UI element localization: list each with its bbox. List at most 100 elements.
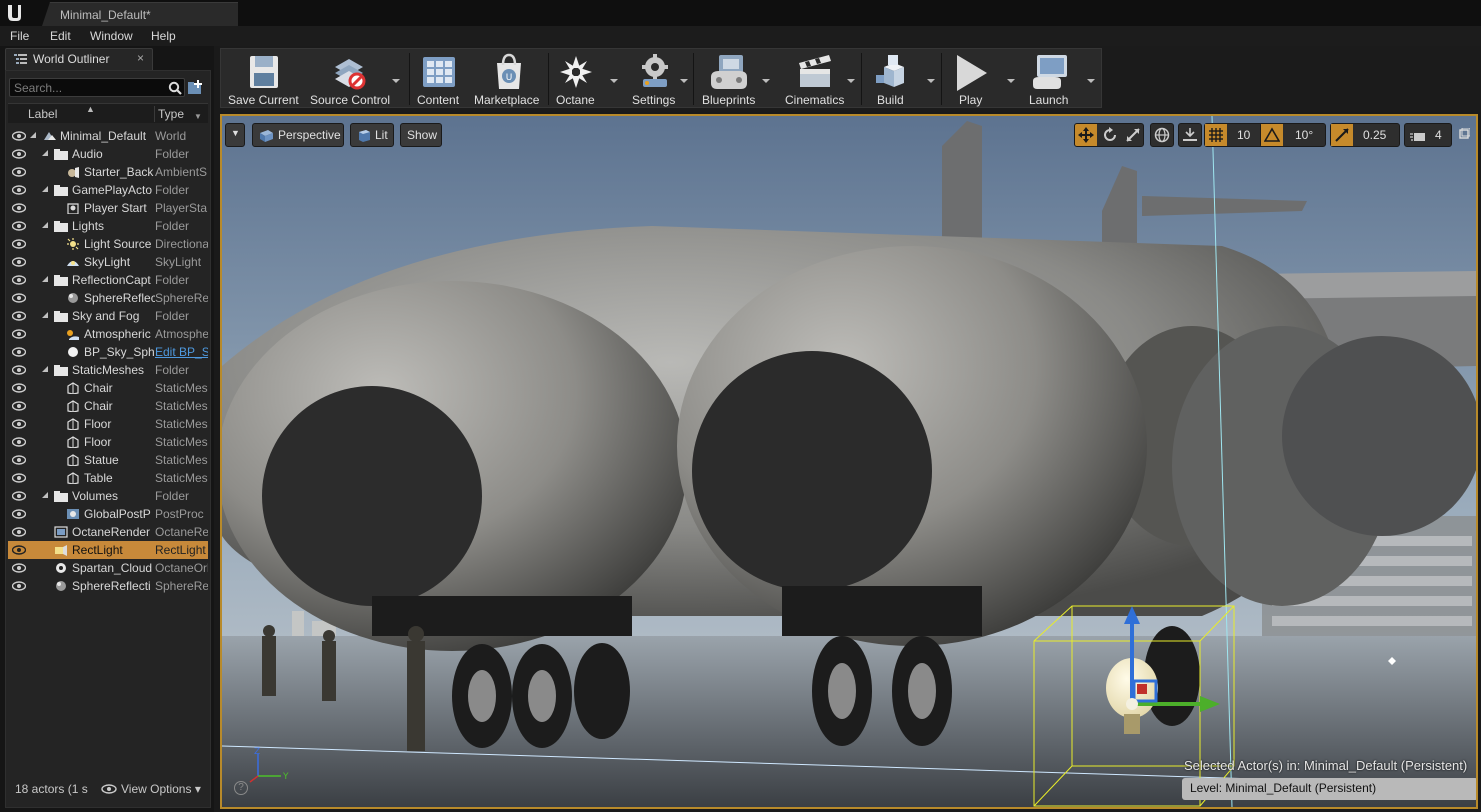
show-button[interactable]: Show [400, 123, 442, 147]
perspective-button[interactable]: Perspective [252, 123, 344, 147]
menu-help[interactable]: Help [151, 29, 176, 43]
translate-mode-button[interactable] [1075, 124, 1097, 146]
outliner-row[interactable]: ReflectionCapt Folder [8, 271, 208, 289]
scale-snap-toggle[interactable] [1331, 124, 1353, 146]
settings-button[interactable]: Settings [625, 49, 687, 109]
visibility-eye-icon[interactable] [12, 527, 26, 537]
add-folder-icon[interactable] [186, 79, 204, 96]
expand-arrow-icon[interactable] [42, 276, 48, 282]
outliner-row[interactable]: StaticMeshes Folder [8, 361, 208, 379]
save-current-button[interactable]: Save Current [226, 49, 302, 109]
outliner-row[interactable]: SkyLight SkyLight [8, 253, 208, 271]
outliner-row[interactable]: Chair StaticMes [8, 397, 208, 415]
menu-file[interactable]: File [10, 29, 29, 43]
visibility-eye-icon[interactable] [12, 383, 26, 393]
blueprints-dropdown[interactable] [762, 79, 770, 83]
visibility-eye-icon[interactable] [12, 131, 26, 141]
visibility-eye-icon[interactable] [12, 455, 26, 465]
outliner-row[interactable]: Table StaticMes [8, 469, 208, 487]
outliner-row[interactable]: Audio Folder [8, 145, 208, 163]
expand-arrow-icon[interactable] [42, 222, 48, 228]
document-tab[interactable]: Minimal_Default* [42, 2, 238, 26]
outliner-row[interactable]: Statue StaticMes [8, 451, 208, 469]
menu-window[interactable]: Window [90, 29, 133, 43]
visibility-eye-icon[interactable] [12, 293, 26, 303]
visibility-eye-icon[interactable] [12, 419, 26, 429]
source-control-button[interactable]: Source Control [307, 49, 403, 109]
launch-button[interactable]: Launch [1021, 49, 1083, 109]
visibility-eye-icon[interactable] [12, 509, 26, 519]
visibility-eye-icon[interactable] [12, 545, 26, 555]
visibility-eye-icon[interactable] [12, 257, 26, 267]
help-icon[interactable]: ? [234, 781, 248, 795]
cinematics-button[interactable]: Cinematics [779, 49, 847, 109]
outliner-row[interactable]: Lights Folder [8, 217, 208, 235]
scale-icon[interactable] [1125, 127, 1141, 143]
visibility-eye-icon[interactable] [12, 491, 26, 501]
visibility-eye-icon[interactable] [12, 167, 26, 177]
outliner-row[interactable]: Volumes Folder [8, 487, 208, 505]
play-dropdown[interactable] [1007, 79, 1015, 83]
expand-arrow-icon[interactable] [30, 132, 36, 138]
marketplace-button[interactable]: U Marketplace [471, 49, 545, 109]
search-input[interactable]: Search... [9, 78, 185, 97]
outliner-row[interactable]: Atmospheric Atmosphe [8, 325, 208, 343]
menu-edit[interactable]: Edit [50, 29, 71, 43]
outliner-row[interactable]: Player Start PlayerSta [8, 199, 208, 217]
surface-snapping-button[interactable] [1178, 123, 1202, 147]
visibility-eye-icon[interactable] [12, 581, 26, 591]
viewport-scene[interactable] [222, 116, 1476, 807]
source-control-dropdown[interactable] [392, 79, 400, 83]
grid-snap-toggle[interactable] [1205, 124, 1227, 146]
outliner-row[interactable]: RectLight RectLight [8, 541, 208, 559]
outliner-row-type[interactable]: Edit BP_S [155, 345, 208, 359]
outliner-row[interactable]: Floor StaticMes [8, 433, 208, 451]
rotation-snap-value[interactable]: 10° [1295, 128, 1313, 142]
visibility-eye-icon[interactable] [12, 239, 26, 249]
outliner-row[interactable]: BP_Sky_Sph Edit BP_S [8, 343, 208, 361]
visibility-eye-icon[interactable] [12, 365, 26, 375]
maximize-viewport-icon[interactable] [1458, 128, 1470, 140]
rotation-snap-toggle[interactable] [1261, 124, 1283, 146]
grid-snap-value[interactable]: 10 [1237, 128, 1250, 142]
visibility-eye-icon[interactable] [12, 401, 26, 411]
visibility-eye-icon[interactable] [12, 437, 26, 447]
outliner-row[interactable]: SphereReflec SphereRe [8, 289, 208, 307]
visibility-eye-icon[interactable] [12, 185, 26, 195]
content-button[interactable]: Content [413, 49, 467, 109]
blueprints-button[interactable]: Blueprints [699, 49, 763, 109]
build-dropdown[interactable] [927, 79, 935, 83]
visibility-eye-icon[interactable] [12, 563, 26, 573]
scale-snap-value[interactable]: 0.25 [1363, 128, 1386, 142]
expand-arrow-icon[interactable] [42, 312, 48, 318]
expand-arrow-icon[interactable] [42, 186, 48, 192]
visibility-eye-icon[interactable] [12, 149, 26, 159]
outliner-row[interactable]: GlobalPostP PostProc [8, 505, 208, 523]
visibility-eye-icon[interactable] [12, 221, 26, 231]
outliner-row[interactable]: SphereReflecti SphereRe [8, 577, 208, 595]
outliner-row[interactable]: Light Source Directiona [8, 235, 208, 253]
outliner-row[interactable]: Chair StaticMes [8, 379, 208, 397]
lit-mode-button[interactable]: Lit [350, 123, 394, 147]
camera-speed-button[interactable]: 4 [1404, 123, 1452, 147]
column-divider[interactable] [154, 106, 155, 122]
visibility-eye-icon[interactable] [12, 203, 26, 213]
play-button[interactable]: Play [947, 49, 997, 109]
visibility-eye-icon[interactable] [12, 329, 26, 339]
settings-dropdown[interactable] [680, 79, 688, 83]
view-options-button[interactable]: View Options ▾ [121, 782, 201, 796]
expand-arrow-icon[interactable] [42, 150, 48, 156]
outliner-row[interactable]: Minimal_Default World [8, 127, 208, 145]
outliner-row[interactable]: GamePlayActo Folder [8, 181, 208, 199]
column-label-header[interactable]: Label [28, 107, 57, 121]
world-outliner-tab[interactable]: World Outliner × [5, 48, 153, 70]
outliner-row[interactable]: Spartan_Cloud OctaneOrl [8, 559, 208, 577]
outliner-row[interactable]: Sky and Fog Folder [8, 307, 208, 325]
visibility-eye-icon[interactable] [12, 275, 26, 285]
expand-arrow-icon[interactable] [42, 492, 48, 498]
viewport-options-button[interactable]: ▼ [225, 123, 245, 147]
close-icon[interactable]: × [137, 51, 144, 65]
expand-arrow-icon[interactable] [42, 366, 48, 372]
visibility-eye-icon[interactable] [12, 347, 26, 357]
visibility-eye-icon[interactable] [12, 473, 26, 483]
